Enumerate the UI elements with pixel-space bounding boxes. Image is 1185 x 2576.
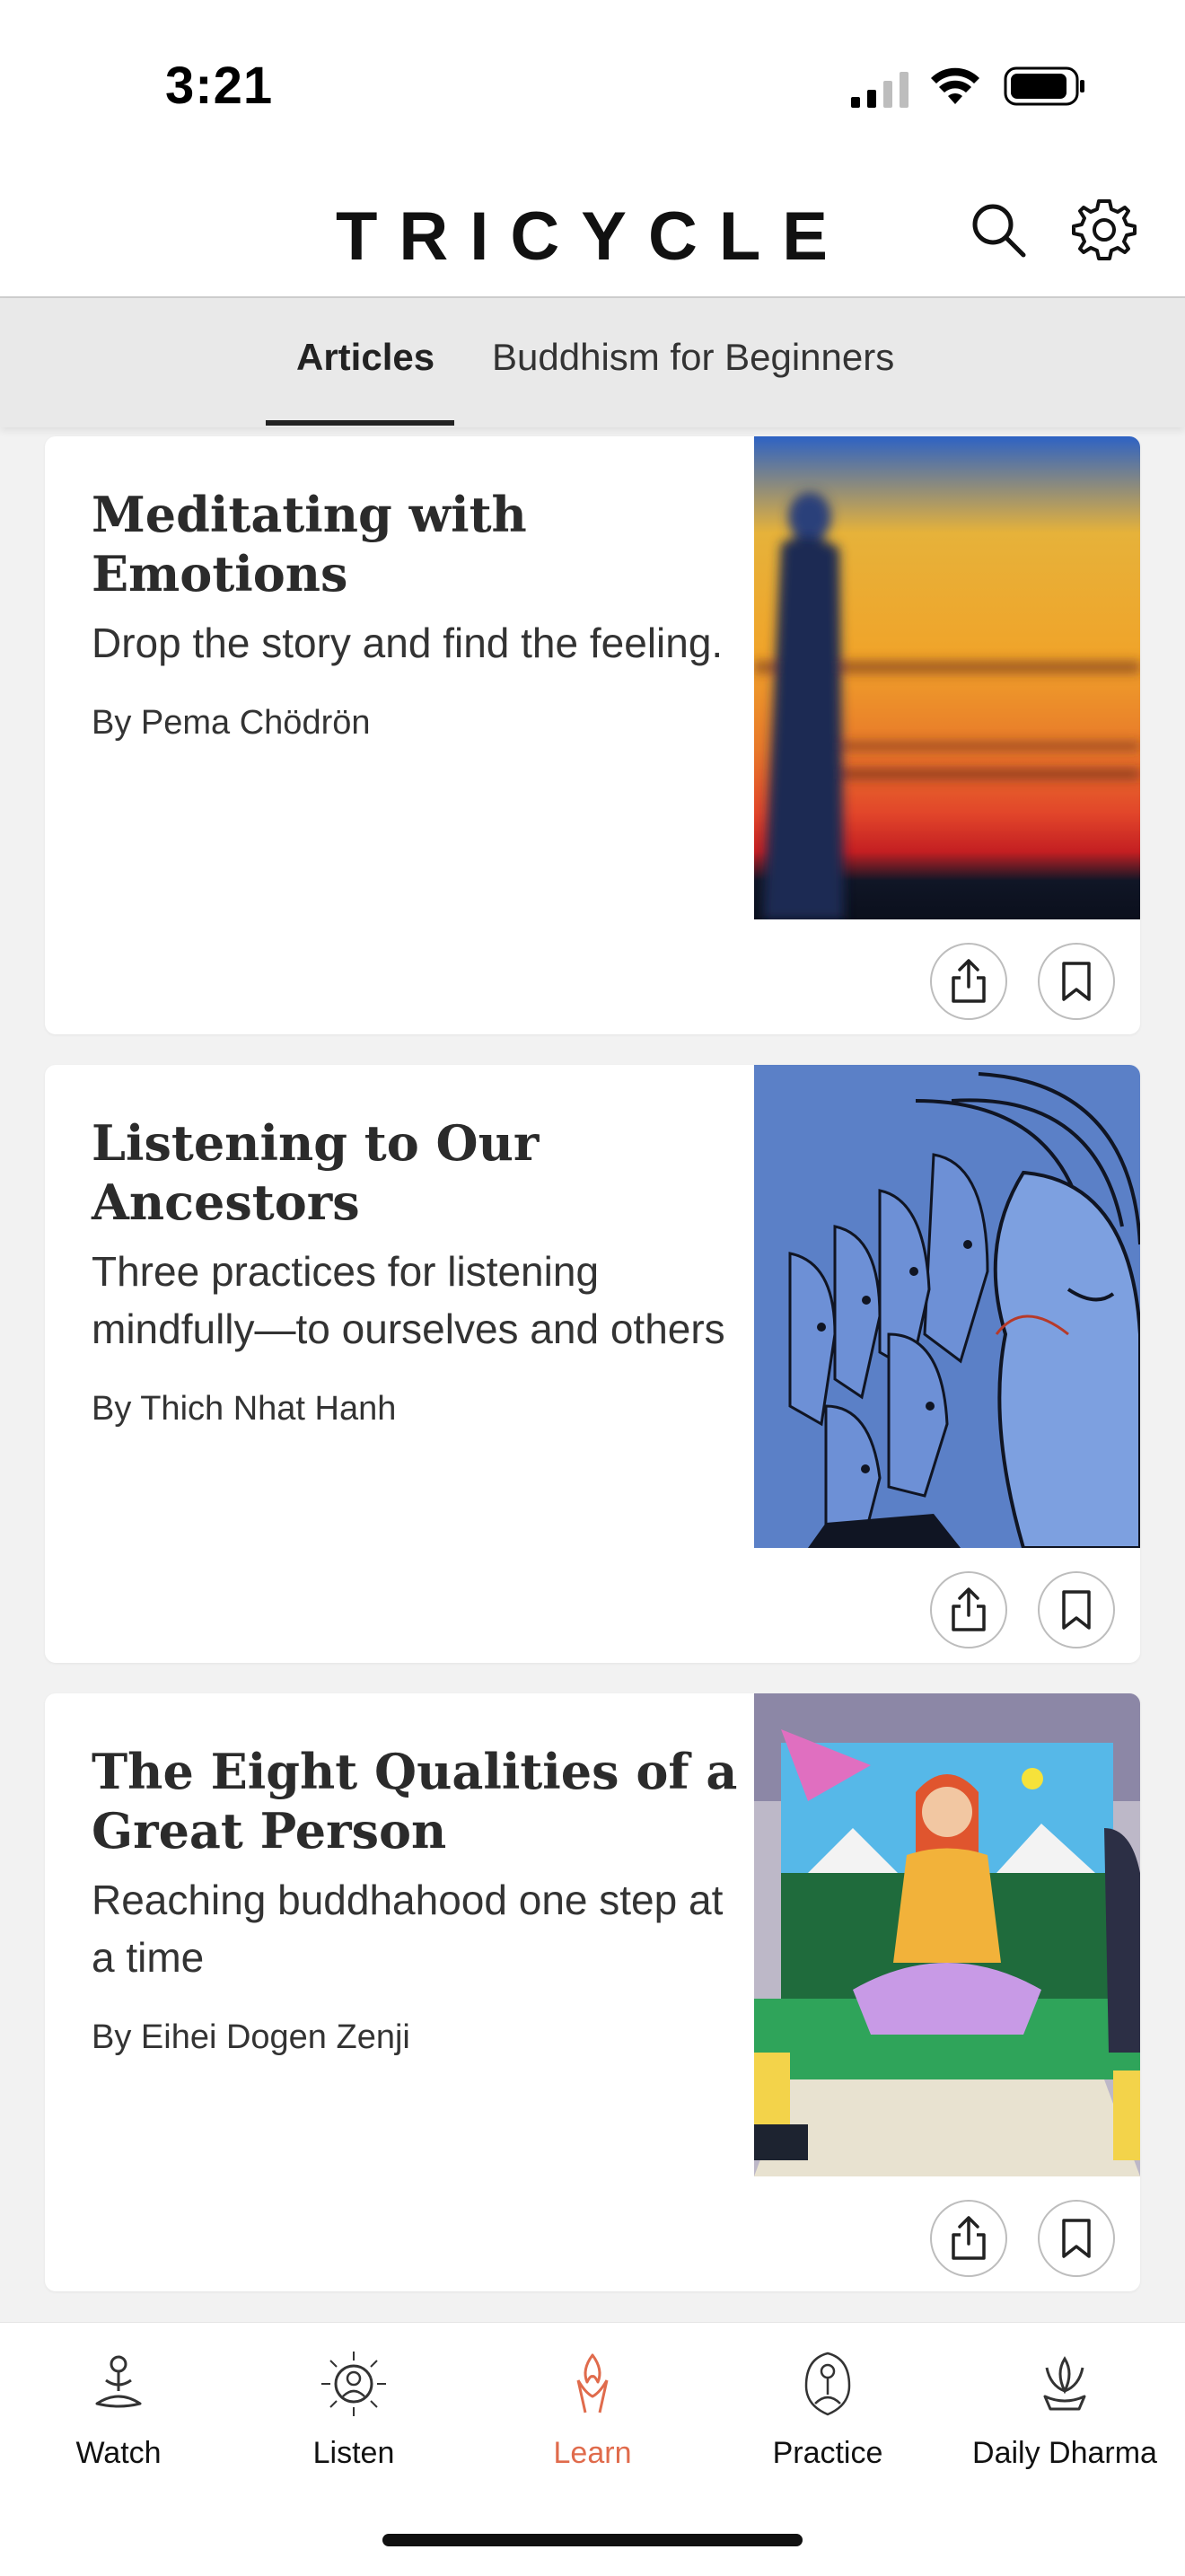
article-author: By Eihei Dogen Zenji bbox=[92, 2018, 410, 2056]
wifi-icon bbox=[931, 67, 979, 104]
bookmark-icon bbox=[1062, 962, 1091, 1001]
tab-buddhism-for-beginners[interactable]: Buddhism for Beginners bbox=[492, 336, 894, 379]
article-image[interactable] bbox=[754, 1065, 1140, 1548]
article-card[interactable]: The Eight Qualities of a Great Person Re… bbox=[45, 1693, 1140, 2291]
nav-label: Learn bbox=[553, 2436, 632, 2470]
tab-bar: Articles Buddhism for Beginners bbox=[0, 298, 1185, 427]
status-bar: 3:21 bbox=[0, 0, 1185, 162]
bookmark-icon bbox=[1062, 1590, 1091, 1630]
app-header: TRICYCLE bbox=[0, 162, 1185, 298]
search-icon[interactable] bbox=[964, 196, 1032, 264]
nav-label: Listen bbox=[312, 2436, 395, 2470]
nav-listen[interactable]: Listen bbox=[246, 2350, 461, 2471]
radiant-buddha-icon bbox=[321, 2352, 386, 2416]
article-author: By Thich Nhat Hanh bbox=[92, 1390, 397, 1428]
article-author: By Pema Chödrön bbox=[92, 704, 371, 742]
article-image[interactable] bbox=[754, 436, 1140, 919]
nav-daily-dharma[interactable]: Daily Dharma bbox=[957, 2350, 1172, 2471]
article-card[interactable]: Meditating with Emotions Drop the story … bbox=[45, 436, 1140, 1034]
flame-hands-icon bbox=[576, 2353, 609, 2413]
lotus-icon bbox=[1043, 2356, 1086, 2411]
bookmark-button[interactable] bbox=[1038, 1571, 1115, 1648]
share-icon bbox=[952, 2216, 986, 2260]
status-time: 3:21 bbox=[165, 57, 274, 115]
article-title[interactable]: The Eight Qualities of a Great Person bbox=[92, 1742, 756, 1860]
article-title[interactable]: Meditating with Emotions bbox=[92, 485, 756, 603]
article-subtitle: Three practices for listening mindfully—… bbox=[92, 1248, 725, 1352]
article-subtitle: Reaching buddhahood one step at a time bbox=[92, 1877, 724, 1981]
battery-icon bbox=[1004, 66, 1084, 106]
article-title[interactable]: Listening to Our Ancestors bbox=[92, 1113, 756, 1232]
share-button[interactable] bbox=[930, 1571, 1007, 1648]
article-subtitle: Drop the story and find the feeling. bbox=[92, 620, 724, 666]
home-indicator[interactable] bbox=[382, 2534, 803, 2546]
share-button[interactable] bbox=[930, 943, 1007, 1020]
settings-gear-icon[interactable] bbox=[1070, 196, 1138, 264]
meditating-figure-icon bbox=[95, 2355, 142, 2408]
article-image[interactable] bbox=[754, 1693, 1140, 2176]
seated-buddha-icon bbox=[804, 2352, 851, 2416]
nav-label: Watch bbox=[75, 2436, 162, 2470]
article-text: Meditating with Emotions Drop the story … bbox=[92, 485, 756, 743]
share-icon bbox=[952, 1587, 986, 1631]
nav-practice[interactable]: Practice bbox=[720, 2350, 935, 2471]
share-icon bbox=[952, 959, 986, 1003]
active-tab-indicator bbox=[266, 420, 454, 426]
cellular-signal-icon bbox=[851, 72, 908, 108]
share-button[interactable] bbox=[930, 2200, 1007, 2277]
article-text: Listening to Our Ancestors Three practic… bbox=[92, 1113, 756, 1429]
nav-watch[interactable]: Watch bbox=[11, 2350, 226, 2471]
bookmark-icon bbox=[1062, 2219, 1091, 2258]
bookmark-button[interactable] bbox=[1038, 2200, 1115, 2277]
article-card[interactable]: Listening to Our Ancestors Three practic… bbox=[45, 1065, 1140, 1663]
article-text: The Eight Qualities of a Great Person Re… bbox=[92, 1742, 756, 2057]
bookmark-button[interactable] bbox=[1038, 943, 1115, 1020]
tab-articles[interactable]: Articles bbox=[296, 336, 434, 379]
nav-label: Daily Dharma bbox=[972, 2436, 1157, 2470]
nav-learn[interactable]: Learn bbox=[485, 2350, 700, 2471]
nav-label: Practice bbox=[772, 2436, 883, 2470]
